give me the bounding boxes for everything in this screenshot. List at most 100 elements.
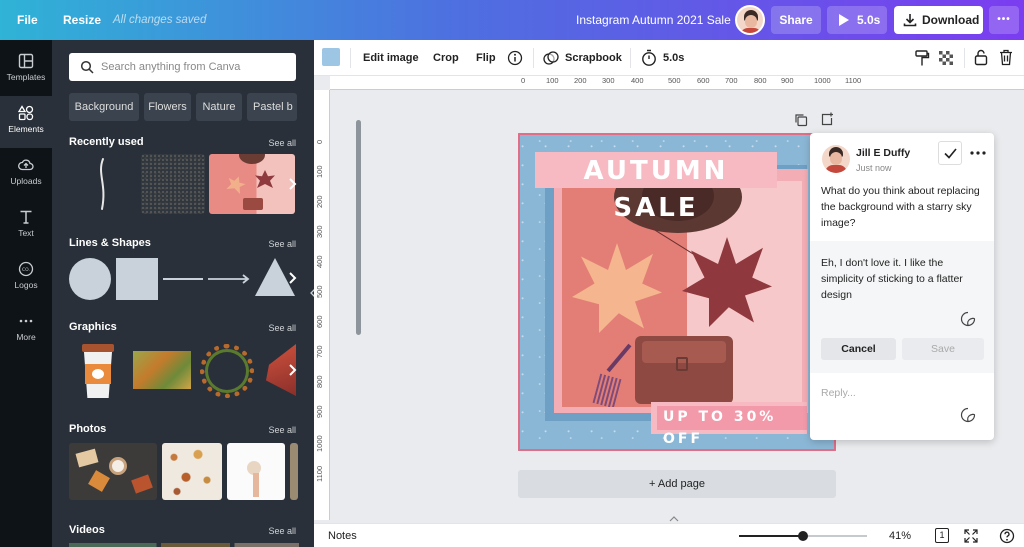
rail-more[interactable]: More	[0, 304, 52, 356]
ruler-tick-label: 200	[574, 76, 587, 85]
lock-icon[interactable]	[974, 49, 988, 66]
duration-button[interactable]: 5.0s	[663, 40, 684, 76]
top-bar: File Resize All changes saved Instagram …	[0, 0, 1024, 40]
help-icon[interactable]	[999, 528, 1015, 544]
thumb-brush-stroke[interactable]	[69, 154, 137, 214]
comment-menu-icon[interactable]	[970, 150, 986, 156]
see-all-link[interactable]: See all	[268, 239, 296, 249]
filter-scrapbook-button[interactable]: Scrapbook	[565, 40, 622, 76]
more-options-button[interactable]: •••	[989, 6, 1019, 34]
reply-input[interactable]: Reply...	[821, 387, 856, 399]
bottom-bar: Notes 41% 1	[314, 523, 1024, 547]
avatar[interactable]	[735, 5, 765, 35]
divider	[964, 48, 965, 68]
flip-button[interactable]: Flip	[476, 40, 496, 76]
see-all-link[interactable]: See all	[268, 526, 296, 536]
resolve-button[interactable]	[938, 141, 962, 165]
chevron-right-icon[interactable]	[288, 178, 298, 190]
circle-shape[interactable]	[69, 258, 111, 300]
sticker-icon[interactable]	[960, 311, 976, 327]
section-title: Photos	[69, 423, 107, 435]
share-button[interactable]: Share	[771, 6, 821, 34]
download-icon	[903, 14, 917, 27]
arrow-line-shape[interactable]	[208, 273, 252, 285]
play-button[interactable]: 5.0s	[827, 6, 887, 34]
ruler-tick-label: 400	[631, 76, 644, 85]
line-shape[interactable]	[163, 278, 203, 280]
page-count-button[interactable]: 1	[935, 528, 949, 543]
reply-draft[interactable]: Eh, I don't love it. I like the simplici…	[821, 255, 981, 303]
chevron-up-icon[interactable]	[669, 515, 679, 522]
duplicate-page-icon[interactable]	[794, 113, 808, 127]
filter-chip[interactable]: Background	[69, 93, 139, 121]
trash-icon[interactable]	[999, 49, 1013, 66]
photo-thumb[interactable]	[290, 443, 298, 500]
ruler-tick-label: 600	[697, 76, 710, 85]
rail-elements[interactable]: Elements	[0, 96, 52, 148]
crop-button[interactable]: Crop	[433, 40, 459, 76]
rail-label: Uploads	[10, 176, 42, 186]
ruler-tick-label: 1000	[315, 435, 324, 452]
add-page-button[interactable]: + Add page	[518, 470, 836, 498]
ruler-tick-label: 600	[315, 315, 324, 328]
design-canvas[interactable]: AUTUMN SALE UP TO 30% OFF	[518, 133, 836, 451]
fullscreen-icon[interactable]	[964, 529, 978, 543]
rail-text[interactable]: Text	[0, 200, 52, 252]
see-all-link[interactable]: See all	[268, 425, 296, 435]
transparency-icon[interactable]	[938, 50, 954, 66]
zoom-level[interactable]: 41%	[889, 530, 911, 542]
zoom-slider-handle[interactable]	[798, 531, 808, 541]
photo-thumb[interactable]	[162, 443, 222, 500]
sticker-icon[interactable]	[960, 407, 976, 423]
chevron-right-icon[interactable]	[288, 364, 298, 376]
filter-icon	[543, 51, 559, 65]
divider	[533, 48, 534, 68]
download-button[interactable]: Download	[894, 6, 983, 34]
comment-avatar	[822, 145, 850, 173]
rail-uploads[interactable]: Uploads	[0, 148, 52, 200]
save-status: All changes saved	[113, 14, 207, 26]
search-input[interactable]: Search anything from Canva	[69, 53, 296, 81]
ruler-tick-label: 500	[315, 285, 324, 298]
headline-box[interactable]: AUTUMN SALE	[535, 152, 777, 223]
chevron-right-icon[interactable]	[288, 272, 298, 284]
leaves-graphic[interactable]	[133, 351, 191, 389]
photo-thumb[interactable]	[227, 443, 285, 500]
coffee-cup-graphic[interactable]	[80, 344, 116, 400]
wreath-graphic[interactable]	[200, 344, 254, 398]
filter-chip[interactable]: Flowers	[144, 93, 191, 121]
ruler-tick-label: 500	[668, 76, 681, 85]
play-duration: 5.0s	[857, 13, 881, 27]
filter-chip[interactable]: Pastel b	[247, 93, 297, 121]
panel-scrollbar[interactable]	[356, 120, 361, 335]
reply-editor[interactable]: Eh, I don't love it. I like the simplici…	[810, 241, 994, 373]
filter-chip[interactable]: Nature	[196, 93, 242, 121]
rail-logos[interactable]: CO. Logos	[0, 252, 52, 304]
info-icon[interactable]	[507, 50, 523, 66]
timer-icon	[642, 49, 656, 66]
add-page-icon[interactable]	[820, 112, 834, 127]
color-swatch[interactable]	[322, 48, 340, 66]
file-menu[interactable]: File	[17, 0, 38, 40]
comment-body: What do you think about replacing the ba…	[821, 185, 980, 229]
cloud-upload-icon	[18, 159, 34, 171]
document-title[interactable]: Instagram Autumn 2021 Sale	[576, 0, 731, 40]
notes-button[interactable]: Notes	[328, 530, 357, 542]
cancel-button[interactable]: Cancel	[821, 338, 896, 360]
rail-label: More	[16, 332, 36, 342]
edit-image-button[interactable]: Edit image	[363, 40, 419, 76]
see-all-link[interactable]: See all	[268, 323, 296, 333]
thumb-texture[interactable]	[141, 154, 205, 214]
divider	[350, 48, 351, 68]
video-thumbs[interactable]	[69, 543, 299, 547]
square-shape[interactable]	[116, 258, 158, 300]
photo-thumb[interactable]	[69, 443, 157, 500]
rail-templates[interactable]: Templates	[0, 44, 52, 96]
offer-box[interactable]: UP TO 30% OFF	[651, 402, 807, 447]
thumb-autumn-photo[interactable]	[209, 154, 295, 214]
section-title: Graphics	[69, 321, 117, 333]
save-button[interactable]: Save	[902, 338, 984, 360]
see-all-link[interactable]: See all	[268, 138, 296, 148]
resize-button[interactable]: Resize	[63, 0, 101, 40]
paint-roller-icon[interactable]	[914, 49, 930, 67]
